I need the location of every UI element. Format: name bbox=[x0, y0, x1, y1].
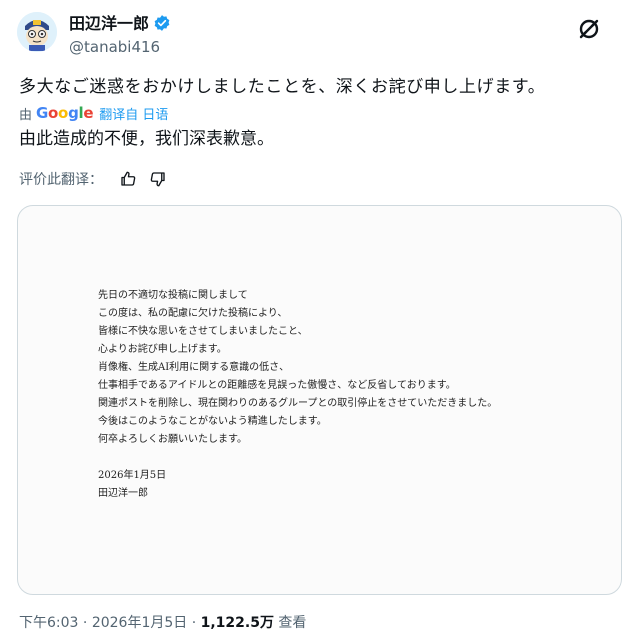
letter-line: 今後はこのようなことがないよう精進したします。 bbox=[98, 416, 327, 427]
author-name-text[interactable]: 田辺洋一郎 bbox=[69, 14, 149, 33]
views-count: 1,122.5万 bbox=[200, 615, 274, 631]
letter-line: 肖像権、生成AI利用に関する意識の低さ、 bbox=[98, 362, 290, 373]
separator: · bbox=[82, 615, 88, 631]
tweet-date[interactable]: 2026年1月5日 bbox=[92, 615, 187, 631]
attached-image[interactable]: 先日の不適切な投稿に関しまして この度は、私の配慮に欠けた投稿により、 皆様に不… bbox=[17, 205, 622, 595]
translation-source-link[interactable]: 翻译自 日语 bbox=[99, 104, 168, 123]
letter-line: この度は、私の配慮に欠けた投稿により、 bbox=[98, 308, 288, 319]
letter-line: 関連ポストを削除し、現在関わりのあるグループとの取引停止をさせていただきました。 bbox=[98, 398, 498, 409]
apology-letter: 先日の不適切な投稿に関しまして この度は、私の配慮に欠けた投稿により、 皆様に不… bbox=[98, 287, 497, 503]
separator: · bbox=[191, 615, 197, 631]
google-logo: Google bbox=[36, 104, 94, 122]
letter-signature: 田辺洋一郎 bbox=[98, 488, 148, 499]
author-name[interactable]: 田辺洋一郎 bbox=[69, 14, 171, 34]
verified-badge-icon bbox=[154, 15, 170, 31]
letter-line: 先日の不適切な投稿に関しまして bbox=[98, 290, 248, 301]
tweet-metadata: 下午6:03 · 2026年1月5日 · 1,122.5万 查看 bbox=[19, 612, 306, 632]
letter-line: 仕事相手であるアイドルとの距離感を見誤った傲慢さ、など反省しております。 bbox=[98, 380, 456, 391]
translated-text: 由此造成的不便，我们深表歉意。 bbox=[19, 129, 274, 149]
letter-line: 皆様に不快な思いをさせてしまいましたこと、 bbox=[98, 326, 308, 337]
avatar-cartoon-icon bbox=[17, 12, 57, 52]
thumbs-down-icon[interactable] bbox=[149, 170, 167, 188]
avatar[interactable] bbox=[17, 12, 57, 52]
author-handle[interactable]: @tanabi416 bbox=[69, 38, 160, 56]
rate-translation-label: 评价此翻译： bbox=[19, 172, 103, 188]
translation-attribution: 由 Google 翻译自 日语 bbox=[19, 104, 168, 123]
letter-line: 心よりお詫び申し上げます。 bbox=[98, 344, 227, 355]
views-label: 查看 bbox=[278, 615, 307, 631]
grok-icon[interactable] bbox=[576, 16, 602, 42]
tweet-text: 多大なご迷惑をおかけしましたことを、深くお詫び申し上げます。 bbox=[19, 77, 546, 97]
rate-translation-row: 评价此翻译： bbox=[19, 168, 167, 190]
tweet-time[interactable]: 下午6:03 bbox=[19, 615, 78, 631]
translation-prefix: 由 bbox=[19, 107, 33, 123]
thumbs-up-icon[interactable] bbox=[119, 170, 137, 188]
letter-line: 何卒よろしくお願いいたします。 bbox=[98, 434, 247, 445]
letter-date: 2026年1月5日 bbox=[98, 470, 167, 481]
